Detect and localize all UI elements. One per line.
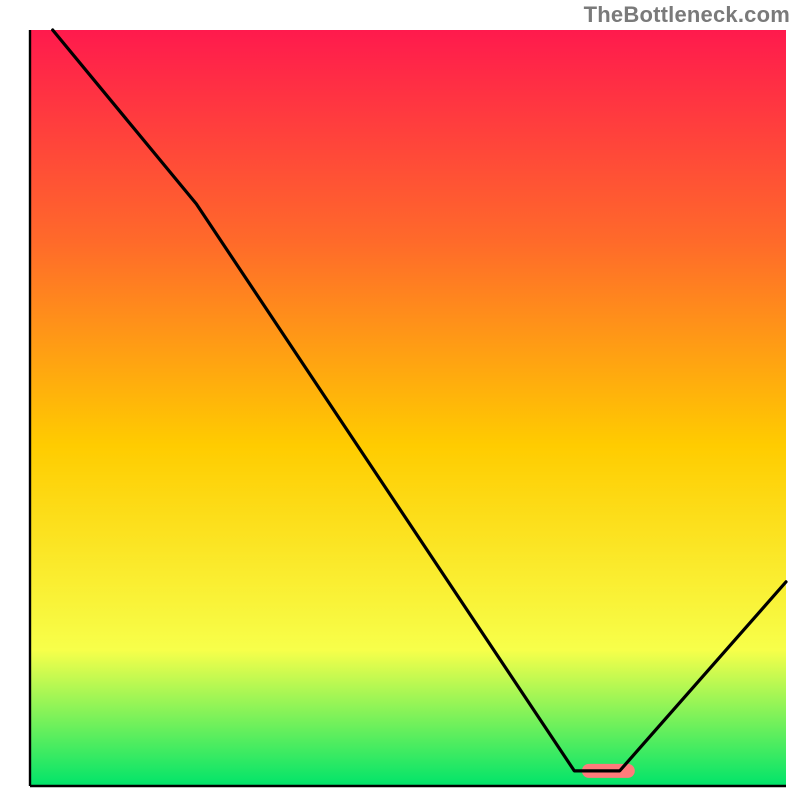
bottleneck-chart: [0, 0, 800, 800]
chart-container: { "attribution": "TheBottleneck.com", "g…: [0, 0, 800, 800]
plot-area: [30, 30, 786, 786]
gradient-background: [30, 30, 786, 786]
